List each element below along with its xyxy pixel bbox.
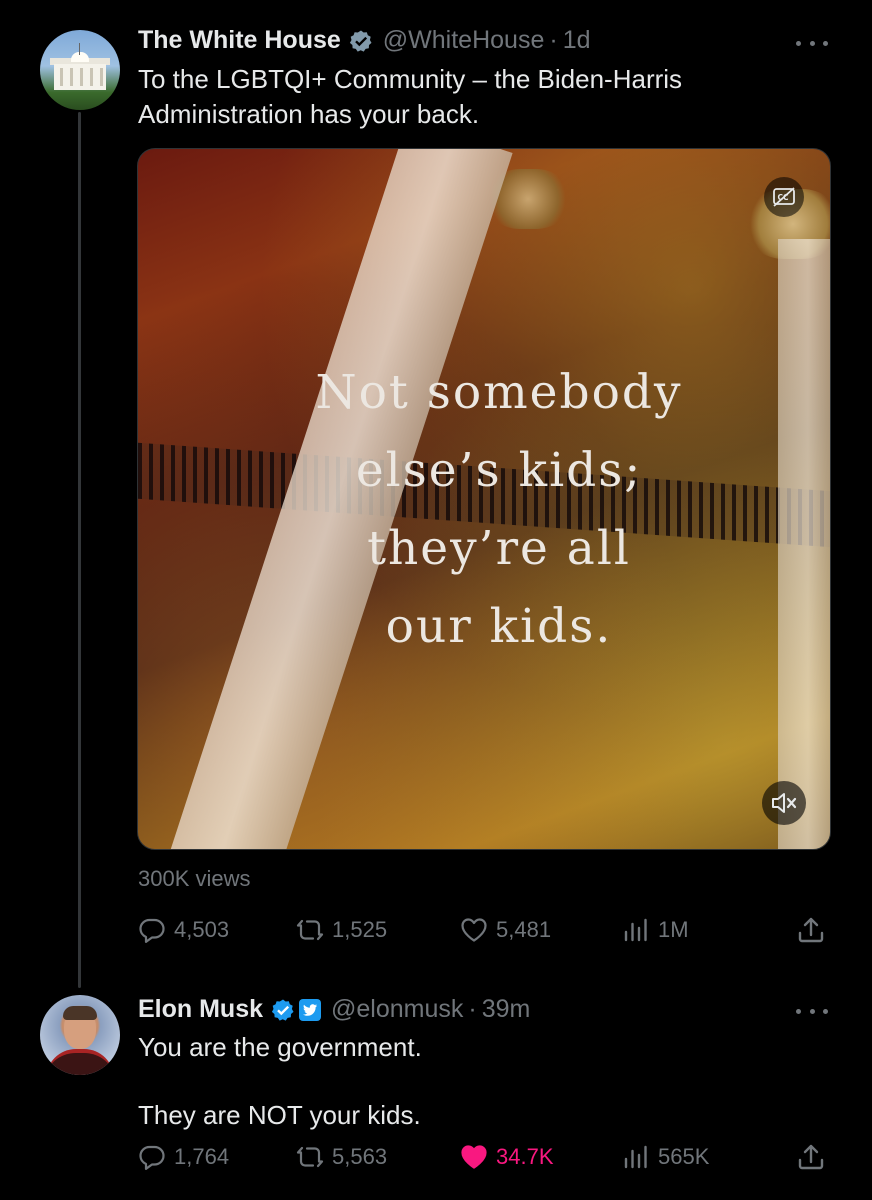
reply-icon — [139, 1145, 165, 1170]
more-options-icon[interactable] — [796, 38, 828, 48]
reply-count: 1,764 — [174, 1144, 230, 1169]
repost-button[interactable]: 1,525 — [296, 916, 387, 944]
impression-count: 1M — [658, 917, 689, 942]
bar-chart-icon — [624, 918, 647, 942]
video-overlay-text: Not somebody else’s kids; they’re all ou… — [315, 365, 683, 654]
reply-button[interactable]: 4,503 — [138, 916, 229, 944]
tweet-header: Elon Musk @elonmusk · 39m — [138, 995, 531, 1024]
tweet-actions: 1,764 5,563 34.7K 565K — [0, 1137, 872, 1177]
view-count: 300K views — [138, 866, 251, 891]
repost-count: 5,563 — [332, 1144, 388, 1169]
tweet-whitehouse[interactable]: The White House @WhiteHouse · 1d To the … — [0, 0, 872, 990]
like-button[interactable]: 34.7K — [460, 1143, 554, 1171]
tweet-timestamp[interactable]: 39m — [482, 995, 531, 1024]
author-name[interactable]: The White House — [138, 26, 341, 55]
tweet-text: To the LGBTQI+ Community – the Biden-Har… — [138, 64, 683, 129]
twitter-bird-icon[interactable] — [299, 998, 322, 1021]
volume-muted-icon[interactable] — [762, 781, 806, 825]
tweet-timestamp[interactable]: 1d — [563, 26, 591, 55]
tweet-video[interactable]: Not somebody else’s kids; they’re all ou… — [137, 148, 831, 850]
share-icon[interactable] — [796, 1142, 826, 1172]
analytics-button[interactable]: 1M — [622, 916, 689, 944]
heart-icon — [461, 918, 487, 942]
tweet-text: You are the government. They are NOT you… — [138, 1032, 422, 1130]
impression-count: 565K — [658, 1144, 710, 1169]
author-handle[interactable]: @elonmusk — [331, 995, 463, 1024]
analytics-button[interactable]: 565K — [622, 1143, 709, 1171]
like-button[interactable]: 5,481 — [460, 916, 551, 944]
bar-chart-icon — [624, 1145, 647, 1169]
repost-icon — [296, 1146, 324, 1168]
author-name[interactable]: Elon Musk — [138, 995, 263, 1024]
avatar-elonmusk[interactable] — [40, 995, 120, 1075]
share-icon[interactable] — [796, 915, 826, 945]
like-count: 34.7K — [496, 1144, 554, 1169]
captions-off-icon[interactable]: CC — [764, 177, 804, 217]
like-count: 5,481 — [496, 917, 552, 942]
avatar-whitehouse[interactable] — [40, 30, 120, 110]
repost-count: 1,525 — [332, 917, 388, 942]
repost-icon — [296, 919, 324, 941]
heart-filled-icon — [461, 1145, 487, 1169]
tweet-header: The White House @WhiteHouse · 1d — [138, 26, 591, 55]
reply-count: 4,503 — [174, 917, 230, 942]
author-handle[interactable]: @WhiteHouse — [383, 26, 545, 55]
blue-check-icon[interactable] — [271, 998, 295, 1022]
tweet-elonmusk[interactable]: Elon Musk @elonmusk · 39m You are the go… — [0, 990, 872, 1200]
more-options-icon[interactable] — [796, 1006, 828, 1016]
tweet-actions: 4,503 1,525 5,481 1M — [0, 910, 872, 950]
repost-button[interactable]: 5,563 — [296, 1143, 387, 1171]
reply-button[interactable]: 1,764 — [138, 1143, 229, 1171]
gov-gray-check-icon[interactable] — [349, 29, 373, 53]
reply-icon — [139, 918, 165, 943]
